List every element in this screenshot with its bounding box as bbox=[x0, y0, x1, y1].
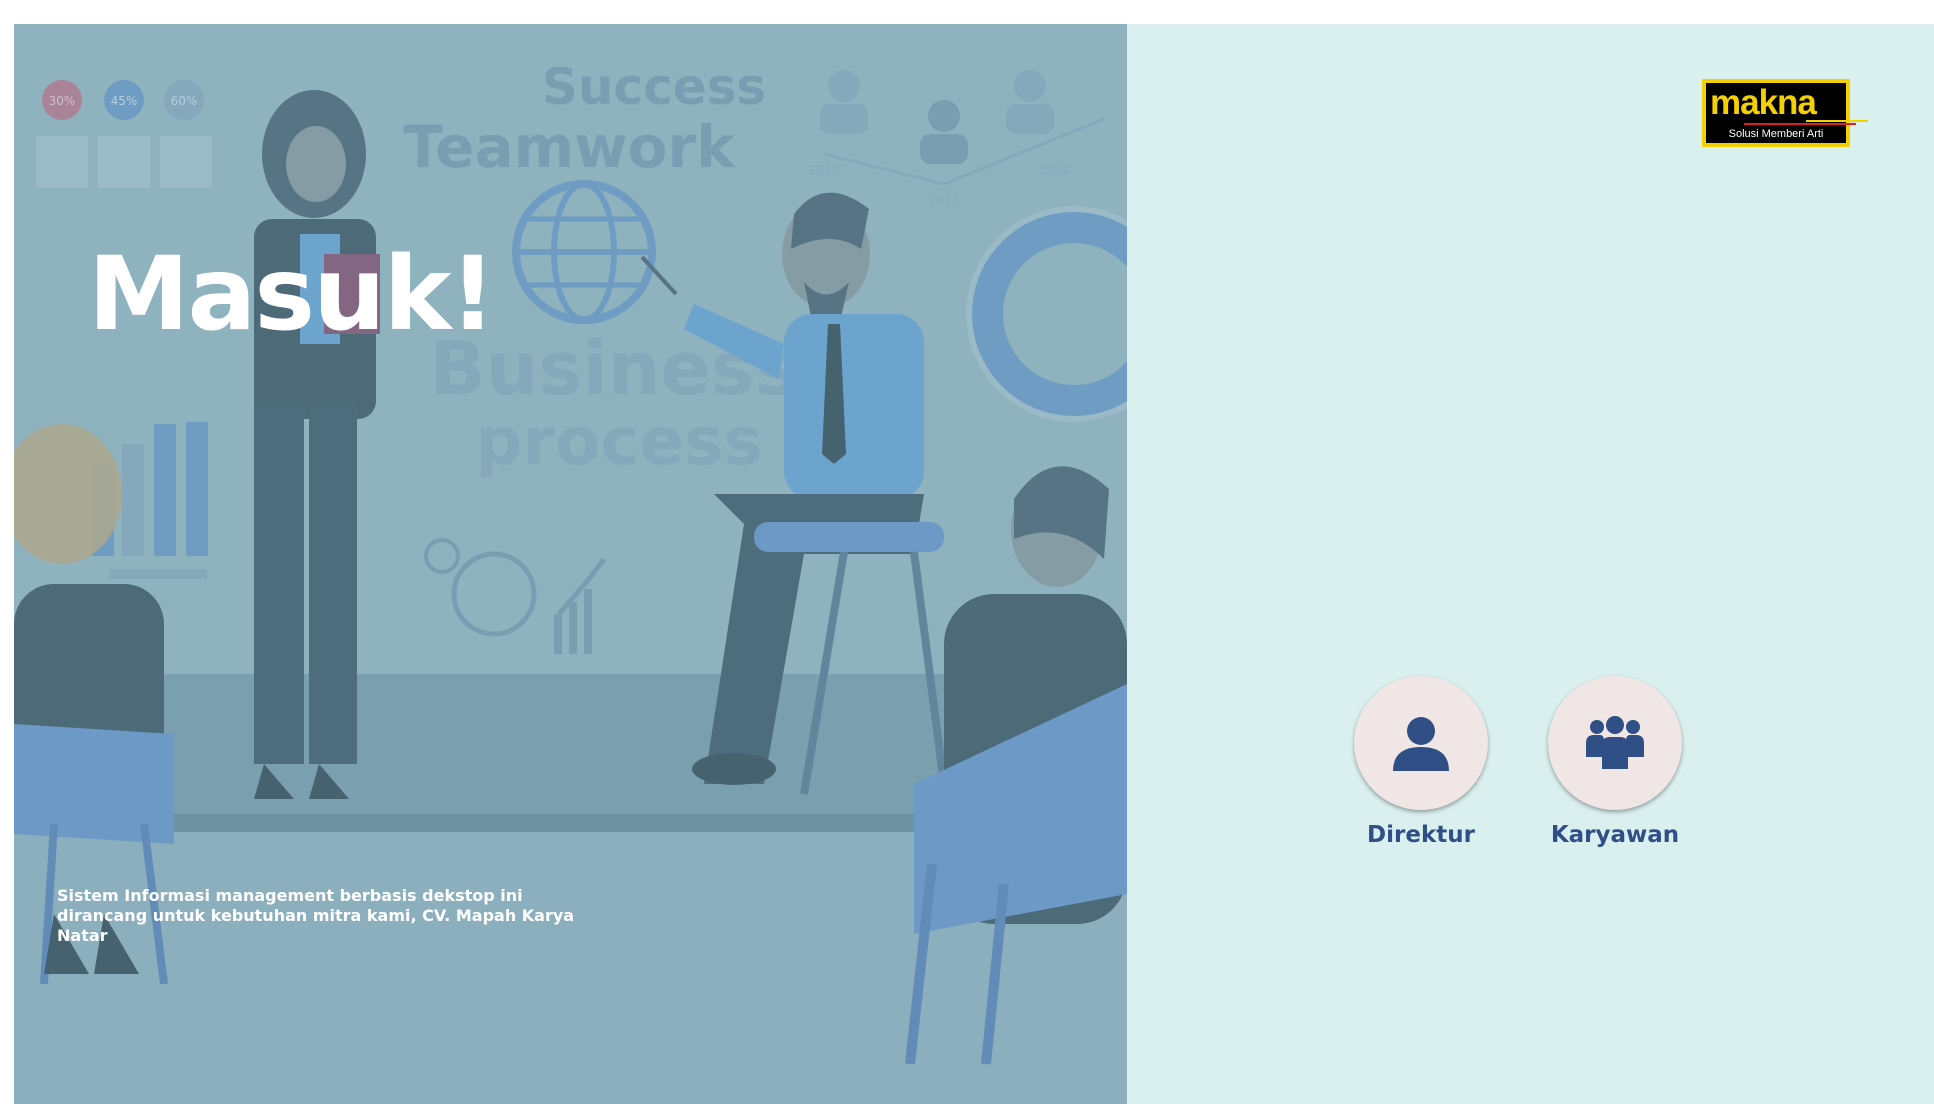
user-icon bbox=[1393, 717, 1449, 771]
users-group-icon bbox=[1586, 716, 1644, 769]
role-direktur-label[interactable]: Direktur bbox=[1346, 822, 1496, 848]
role-karyawan-circle[interactable] bbox=[1548, 676, 1682, 810]
app-description: Sistem Informasi management berbasis dek… bbox=[57, 886, 575, 945]
logo-red-stripe bbox=[1744, 123, 1856, 125]
role-direktur-button[interactable]: Direktur bbox=[1346, 676, 1496, 848]
role-karyawan-label[interactable]: Karyawan bbox=[1540, 822, 1690, 848]
makna-logo: makna Solusi Memberi Arti bbox=[1702, 79, 1868, 147]
role-karyawan-button[interactable]: Karyawan bbox=[1540, 676, 1690, 848]
role-direktur-circle[interactable] bbox=[1354, 676, 1488, 810]
hero-panel: Success Teamwork Business process 30% 45… bbox=[14, 24, 1127, 1104]
login-panel: makna Solusi Memberi Arti Direktur Karya… bbox=[1127, 24, 1934, 1104]
logo-tagline: Solusi Memberi Arti bbox=[1728, 128, 1824, 140]
logo-accent-stripe bbox=[1806, 120, 1868, 122]
logo-wordmark: makna bbox=[1710, 83, 1817, 122]
page-title: Masuk! bbox=[88, 235, 496, 354]
